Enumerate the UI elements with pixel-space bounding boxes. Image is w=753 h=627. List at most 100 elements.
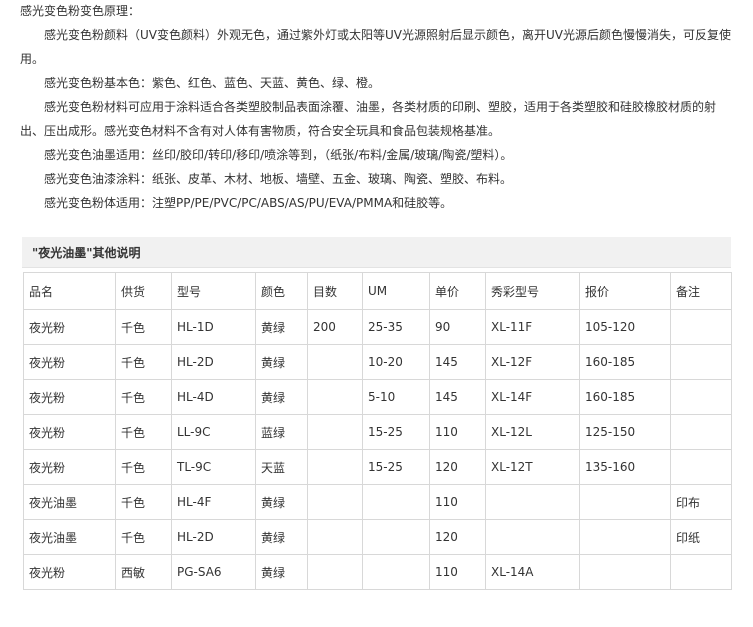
table-cell (579, 519, 671, 555)
table-cell: HL-4D (171, 379, 256, 415)
table-cell (307, 554, 363, 590)
intro-paragraph-powder: 感光变色粉体适用：注塑PP/PE/PVC/PC/ABS/AS/PU/EVA/PM… (44, 196, 453, 210)
column-header: 型号 (171, 272, 256, 310)
table-cell: 夜光粉 (23, 344, 116, 380)
table-cell (579, 484, 671, 520)
table-cell: 15-25 (362, 449, 430, 485)
table-cell: XL-12F (485, 344, 580, 380)
table-cell: 千色 (115, 379, 172, 415)
table-row: 夜光粉 西敏 PG-SA6 黄绿 110 XL-14A (23, 554, 732, 590)
column-header: 秀彩型号 (485, 272, 580, 310)
table-cell: 10-20 (362, 344, 430, 380)
table-cell: PG-SA6 (171, 554, 256, 590)
product-table: 品名 供货 型号 颜色 目数 UM 单价 秀彩型号 报价 备注 夜光粉 千色 HL-1D 黄绿 200 25-… (23, 272, 732, 590)
table-cell (362, 519, 430, 555)
table-cell: 黄绿 (255, 484, 308, 520)
table-row: 夜光粉 千色 HL-2D 黄绿 10-20 145 XL-12F 160-185 (23, 344, 732, 380)
column-header: 目数 (307, 272, 363, 310)
table-cell (307, 344, 363, 380)
table-cell: HL-2D (171, 519, 256, 555)
table-cell (362, 484, 430, 520)
table-cell (362, 554, 430, 590)
table-cell: 135-160 (579, 449, 671, 485)
table-cell: 黄绿 (255, 554, 308, 590)
table-cell: 印布 (670, 484, 732, 520)
table-row: 夜光油墨 千色 HL-2D 黄绿 120 印纸 (23, 519, 732, 555)
table-cell: 120 (429, 519, 486, 555)
column-header: 备注 (670, 272, 732, 310)
intro-paragraph-ink: 感光变色油墨适用：丝印/胶印/转印/移印/喷涂等到，（纸张/布料/金属/玻璃/陶… (44, 148, 513, 162)
table-cell (670, 554, 732, 590)
table-cell: 90 (429, 309, 486, 345)
table-cell (670, 414, 732, 450)
table-cell: 105-120 (579, 309, 671, 345)
table-cell: TL-9C (171, 449, 256, 485)
table-cell (579, 554, 671, 590)
table-cell: 夜光粉 (23, 379, 116, 415)
table-cell (307, 484, 363, 520)
table-cell (670, 449, 732, 485)
table-cell: LL-9C (171, 414, 256, 450)
table-cell: XL-14F (485, 379, 580, 415)
column-header: 颜色 (255, 272, 308, 310)
table-cell: XL-11F (485, 309, 580, 345)
table-cell: 125-150 (579, 414, 671, 450)
table-cell: HL-2D (171, 344, 256, 380)
table-cell: 千色 (115, 519, 172, 555)
table-cell: XL-14A (485, 554, 580, 590)
table-cell: 145 (429, 344, 486, 380)
table-cell: 110 (429, 484, 486, 520)
table-cell: 夜光油墨 (23, 519, 116, 555)
table-row: 夜光粉 千色 LL-9C 蓝绿 15-25 110 XL-12L 125-150 (23, 414, 732, 450)
table-cell: 110 (429, 414, 486, 450)
table-cell (670, 344, 732, 380)
table-cell: 蓝绿 (255, 414, 308, 450)
table-cell (670, 379, 732, 415)
intro-heading: 感光变色粉变色原理： (20, 4, 141, 18)
table-cell: 千色 (115, 344, 172, 380)
table-cell: 夜光粉 (23, 414, 116, 450)
table-cell: 160-185 (579, 379, 671, 415)
table-row: 夜光粉 千色 HL-1D 黄绿 200 25-35 90 XL-11F 105-120 (23, 309, 732, 345)
table-cell (670, 309, 732, 345)
column-header: 品名 (23, 272, 116, 310)
table-cell: 145 (429, 379, 486, 415)
table-cell: 160-185 (579, 344, 671, 380)
table-cell (485, 519, 580, 555)
column-header: 报价 (579, 272, 671, 310)
table-cell: 200 (307, 309, 363, 345)
table-cell: 印纸 (670, 519, 732, 555)
intro-paragraph-applications: 感光变色粉材料可应用于涂料适合各类塑胶制品表面涂覆、油墨，各类材质的印刷、塑胶，… (20, 100, 717, 138)
table-cell: 黄绿 (255, 309, 308, 345)
table-cell: 夜光粉 (23, 309, 116, 345)
column-header: 供货 (115, 272, 172, 310)
table-cell: HL-1D (171, 309, 256, 345)
table-cell: XL-12L (485, 414, 580, 450)
table-header-row: 品名 供货 型号 颜色 目数 UM 单价 秀彩型号 报价 备注 (23, 272, 732, 310)
table-cell (485, 484, 580, 520)
table-cell (307, 414, 363, 450)
intro-paragraph-colors: 感光变色粉基本色：紫色、红色、蓝色、天蓝、黄色、绿、橙。 (44, 76, 381, 90)
table-row: 夜光油墨 千色 HL-4F 黄绿 110 印布 (23, 484, 732, 520)
table-cell: 千色 (115, 484, 172, 520)
table-cell: 夜光粉 (23, 554, 116, 590)
section-title: "夜光油墨"其他说明 (32, 246, 141, 260)
table-cell: 120 (429, 449, 486, 485)
table-row: 夜光粉 千色 HL-4D 黄绿 5-10 145 XL-14F 160-185 (23, 379, 732, 415)
table-cell: 千色 (115, 414, 172, 450)
column-header: 单价 (429, 272, 486, 310)
table-cell: 西敏 (115, 554, 172, 590)
table-cell: 夜光油墨 (23, 484, 116, 520)
table-cell (307, 379, 363, 415)
table-cell (307, 519, 363, 555)
intro-paragraph-paint: 感光变色油漆涂料：纸张、皮革、木材、地板、墙壁、五金、玻璃、陶瓷、塑胶、布料。 (44, 172, 513, 186)
table-cell: 5-10 (362, 379, 430, 415)
section-header: "夜光油墨"其他说明 (22, 237, 731, 268)
table-cell: 黄绿 (255, 519, 308, 555)
table-cell: 黄绿 (255, 379, 308, 415)
table-cell: 夜光粉 (23, 449, 116, 485)
table-cell: XL-12T (485, 449, 580, 485)
table-row: 夜光粉 千色 TL-9C 天蓝 15-25 120 XL-12T 135-160 (23, 449, 732, 485)
intro-paragraph-principle: 感光变色粉颜料（UV变色颜料）外观无色，通过紫外灯或太阳等UV光源照射后显示颜色… (20, 28, 731, 66)
table-cell: HL-4F (171, 484, 256, 520)
